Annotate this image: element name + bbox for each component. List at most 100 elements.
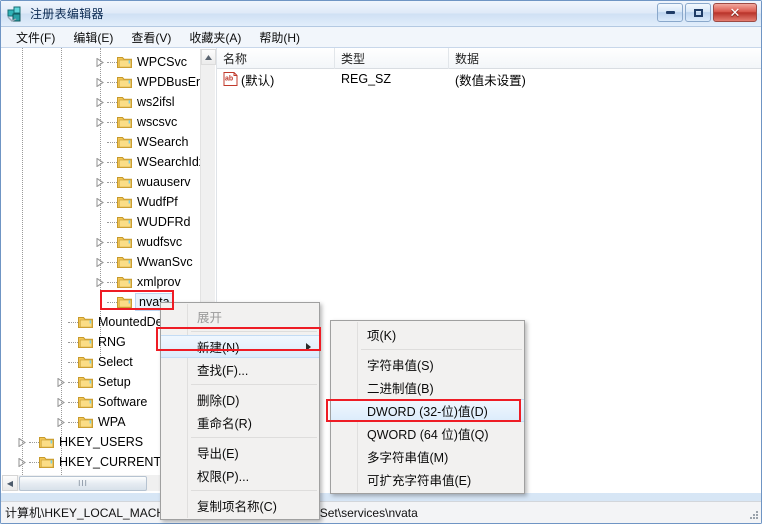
ctx-find[interactable]: 查找(F)... — [161, 358, 319, 381]
tree-dotted-connector — [107, 292, 117, 312]
tree-item-label: wscsvc — [137, 115, 178, 129]
chevron-right-icon[interactable] — [93, 112, 107, 132]
title-bar[interactable]: 注册表编辑器 ✕ — [1, 1, 761, 27]
value-data-cell[interactable]: (数值未设置) — [449, 70, 761, 89]
tree-item-wudfsvc[interactable]: wudfsvc — [93, 232, 182, 252]
ctx-new[interactable]: 新建(N) — [161, 335, 319, 358]
tree-item-wscsvc[interactable]: wscsvc — [93, 112, 177, 132]
context-menu-separator — [191, 437, 317, 438]
ctx-expand: 展开 — [161, 305, 319, 328]
tree-item-wwansvc[interactable]: WwanSvc — [93, 252, 193, 272]
menu-favorites[interactable]: 收藏夹(A) — [180, 27, 250, 48]
menu-file[interactable]: 文件(F) — [7, 27, 64, 48]
tree-connector-icon — [54, 312, 68, 332]
chevron-right-icon[interactable] — [93, 232, 107, 252]
value-type-cell[interactable]: REG_SZ — [335, 72, 449, 86]
tree-dotted-connector — [107, 112, 117, 132]
chevron-right-icon[interactable] — [93, 192, 107, 212]
tree-item-label: xmlprov — [137, 275, 181, 289]
scroll-left-icon[interactable]: ◀ — [2, 475, 18, 491]
values-list-header: 名称 类型 数据 — [217, 48, 761, 69]
sub-expandable-string-value-label: 可扩充字符串值(E) — [367, 474, 472, 488]
chevron-right-icon[interactable] — [93, 272, 107, 292]
hscroll-thumb[interactable]: III — [19, 475, 147, 491]
tree-dotted-connector — [107, 72, 117, 92]
tree-item-wpa[interactable]: WPA — [54, 412, 126, 432]
tree-dotted-connector — [107, 232, 117, 252]
ctx-export[interactable]: 导出(E) — [161, 441, 319, 464]
sub-dword32-value[interactable]: DWORD (32-位)值(D) — [331, 399, 524, 422]
tree-item-wpcsvc[interactable]: WPCSvc — [93, 52, 187, 72]
ctx-rename[interactable]: 重命名(R) — [161, 411, 319, 434]
tree-dotted-connector — [68, 412, 78, 432]
chevron-right-icon[interactable] — [15, 452, 29, 472]
tree-item-wsearchidx[interactable]: WSearchIdx — [93, 152, 201, 172]
tree-item-rng[interactable]: RNG — [54, 332, 126, 352]
menu-help[interactable]: 帮助(H) — [250, 27, 309, 48]
table-row[interactable]: ab (默认) REG_SZ (数值未设置) — [217, 69, 761, 89]
tree-dotted-connector — [107, 132, 117, 152]
ctx-delete[interactable]: 删除(D) — [161, 388, 319, 411]
chevron-right-icon[interactable] — [54, 392, 68, 412]
tree-item-xmlprov[interactable]: xmlprov — [93, 272, 181, 292]
tree-dotted-connector — [29, 452, 39, 472]
context-menu[interactable]: 展开新建(N) 查找(F)... 删除(D) 重命名(R) 导出(E) 权限(P)... 复… — [160, 302, 320, 520]
tree-guideline — [22, 48, 23, 475]
registry-editor-icon — [6, 5, 24, 23]
ctx-copy-key-name-label: 复制项名称(C) — [197, 500, 277, 514]
sub-qword64-value[interactable]: QWORD (64 位)值(Q) — [331, 422, 524, 445]
column-name[interactable]: 名称 — [217, 48, 335, 69]
tree-item-software[interactable]: Software — [54, 392, 147, 412]
chevron-right-icon[interactable] — [93, 52, 107, 72]
tree-item-label: Software — [98, 395, 148, 409]
tree-item-label: WPDBusEnum — [137, 75, 201, 89]
sub-dword32-value-label: DWORD (32-位)值(D) — [367, 405, 488, 419]
value-name-cell[interactable]: ab (默认) — [217, 70, 335, 89]
submenu-arrow-icon — [306, 342, 311, 351]
column-data[interactable]: 数据 — [449, 48, 761, 69]
chevron-right-icon[interactable] — [54, 372, 68, 392]
folder-icon — [117, 155, 133, 169]
tree-item-wuauserv[interactable]: wuauserv — [93, 172, 191, 192]
tree-dotted-connector — [68, 332, 78, 352]
menu-view[interactable]: 查看(V) — [122, 27, 180, 48]
maximize-button[interactable] — [685, 3, 711, 22]
ctx-copy-key-name[interactable]: 复制项名称(C) — [161, 494, 319, 517]
tree-item-wpdbusenum[interactable]: WPDBusEnum — [93, 72, 201, 92]
tree-item-wudfrd[interactable]: WUDFRd — [93, 212, 190, 232]
column-type[interactable]: 类型 — [335, 48, 449, 69]
tree-item-select[interactable]: Select — [54, 352, 133, 372]
tree-item-wudfpf[interactable]: WudfPf — [93, 192, 178, 212]
sub-key-label: 项(K) — [367, 329, 397, 343]
tree-item-label: Select — [98, 355, 133, 369]
ctx-permissions[interactable]: 权限(P)... — [161, 464, 319, 487]
tree-item-label: WUDFRd — [137, 215, 191, 229]
chevron-right-icon[interactable] — [93, 172, 107, 192]
chevron-right-icon[interactable] — [15, 432, 29, 452]
folder-icon — [117, 275, 133, 289]
tree-item-wsearch[interactable]: WSearch — [93, 132, 188, 152]
sub-multi-string-value[interactable]: 多字符串值(M) — [331, 445, 524, 468]
menu-bar: 文件(F) 编辑(E) 查看(V) 收藏夹(A) 帮助(H) — [1, 27, 761, 48]
resize-grip-icon[interactable] — [747, 509, 759, 521]
chevron-right-icon[interactable] — [93, 152, 107, 172]
folder-icon — [117, 75, 133, 89]
chevron-right-icon[interactable] — [93, 72, 107, 92]
new-submenu[interactable]: 项(K) 字符串值(S) 二进制值(B) DWORD (32-位)值(D) QWORD … — [330, 320, 525, 494]
scroll-up-icon[interactable] — [201, 49, 216, 65]
tree-item-hkey-users[interactable]: HKEY_USERS — [15, 432, 143, 452]
minimize-button[interactable] — [657, 3, 683, 22]
sub-binary-value[interactable]: 二进制值(B) — [331, 376, 524, 399]
menu-edit[interactable]: 编辑(E) — [64, 27, 122, 48]
chevron-right-icon[interactable] — [93, 252, 107, 272]
tree-item-setup[interactable]: Setup — [54, 372, 131, 392]
sub-expandable-string-value[interactable]: 可扩充字符串值(E) — [331, 468, 524, 491]
close-button[interactable]: ✕ — [713, 3, 757, 22]
tree-item-ws2ifsl[interactable]: ws2ifsl — [93, 92, 175, 112]
chevron-right-icon[interactable] — [54, 412, 68, 432]
sub-key[interactable]: 项(K) — [331, 323, 524, 346]
chevron-right-icon[interactable] — [93, 92, 107, 112]
sub-string-value[interactable]: 字符串值(S) — [331, 353, 524, 376]
folder-icon — [117, 55, 133, 69]
tree-item-label: ws2ifsl — [137, 95, 175, 109]
